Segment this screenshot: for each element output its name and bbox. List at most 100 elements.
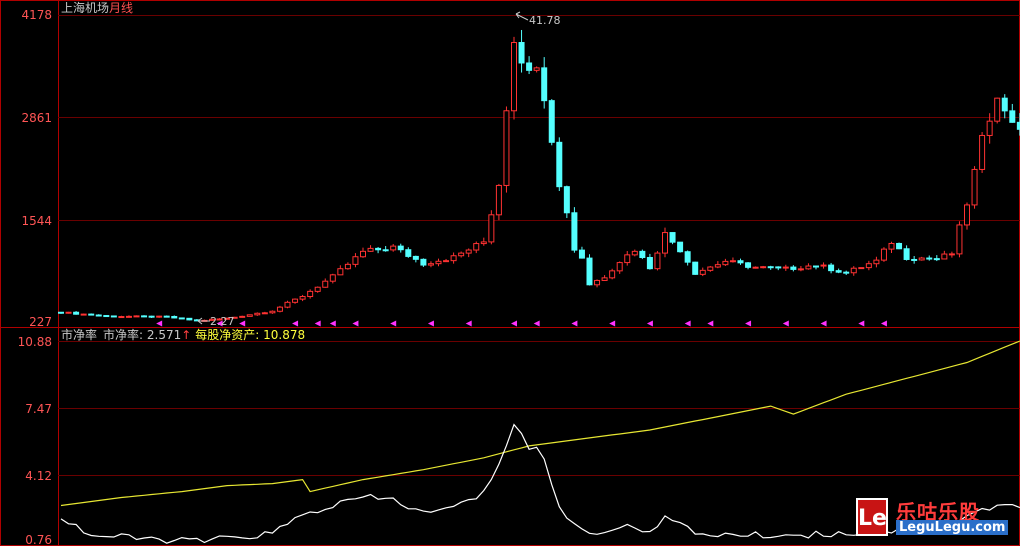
candle-body <box>548 100 555 143</box>
candle-body <box>427 263 434 266</box>
upper-y-tick: 1544 <box>21 214 52 228</box>
candle-body <box>903 248 910 260</box>
candle-body <box>284 301 291 308</box>
candle-body <box>246 314 253 317</box>
candle-body <box>488 214 495 243</box>
candle-body <box>707 266 714 271</box>
candle-body <box>254 312 261 316</box>
candle-body <box>337 268 344 276</box>
candle-body <box>397 245 404 251</box>
signal-markers <box>156 320 887 327</box>
candle-body <box>80 313 87 316</box>
candle-body <box>148 315 155 318</box>
candle-body <box>541 67 548 102</box>
candle-body <box>314 286 321 292</box>
candle-body <box>873 259 880 265</box>
candle-body <box>865 263 872 269</box>
chart-canvas: 4178 2861 1544 227 10.88 7.47 4.12 0.76 … <box>0 0 1020 546</box>
candle-body <box>843 271 850 274</box>
candle-body <box>95 314 102 317</box>
upper-title: 上海机场月线 <box>61 0 133 15</box>
candle-body <box>360 250 366 258</box>
candle-body <box>556 141 563 188</box>
candle-body <box>299 296 306 300</box>
candle-body <box>186 317 193 321</box>
candle-body <box>956 224 963 255</box>
candle-body <box>654 252 661 270</box>
watermark-logo: Le <box>856 498 888 536</box>
indicator-name: 市净率 <box>61 327 97 342</box>
bvps-legend: 每股净资产: 10.878 <box>195 327 305 342</box>
candle-body <box>760 266 767 269</box>
candle-body <box>616 262 623 272</box>
candle-body <box>850 267 857 274</box>
lower-y-tick: 7.47 <box>25 402 52 416</box>
candle-body <box>390 245 397 251</box>
candle-body <box>933 258 940 261</box>
candle-body <box>586 257 593 286</box>
candle-body <box>405 249 412 257</box>
candle-body <box>133 315 140 318</box>
signal-marker <box>609 320 616 327</box>
candle-body <box>141 315 148 318</box>
lower-title: 市净率 市净率: 2.571↑ 每股净资产: 10.878 <box>61 327 305 342</box>
candle-body <box>639 250 646 258</box>
candle-body <box>646 256 653 270</box>
candle-body <box>344 263 351 270</box>
candle-body <box>858 267 865 270</box>
candle-body <box>994 97 1001 122</box>
candle-body <box>171 315 178 319</box>
candle-body <box>125 315 132 318</box>
candle-body <box>699 269 706 275</box>
candle-body <box>163 315 170 318</box>
candle-body <box>918 257 925 261</box>
candle-body <box>835 270 842 273</box>
candle-body <box>292 298 299 303</box>
candle-body <box>820 264 827 267</box>
high-annotation: 41.78 <box>515 11 561 27</box>
candle-body <box>948 253 955 256</box>
signal-marker <box>745 320 752 327</box>
candle-body <box>73 311 80 315</box>
signal-marker <box>782 320 789 327</box>
candle-body <box>533 67 540 71</box>
candle-body <box>745 262 752 268</box>
candle-body <box>578 249 585 259</box>
low-label: 2.27 <box>210 315 235 328</box>
upper-y-ticks: 4178 2861 1544 227 <box>21 8 52 329</box>
lower-y-tick: 10.88 <box>18 335 52 349</box>
candlestick-series <box>58 29 1020 322</box>
lower-y-tick: 0.76 <box>25 533 52 546</box>
candle-body <box>480 241 487 245</box>
signal-marker <box>820 320 827 327</box>
candle-body <box>382 249 389 252</box>
candle-body <box>805 265 812 270</box>
candle-body <box>110 315 117 318</box>
candle-body <box>156 315 163 318</box>
candle-body <box>888 242 895 250</box>
candle-body <box>797 268 804 271</box>
lower-grid <box>58 341 1020 476</box>
candle-body <box>473 243 480 251</box>
candle-body <box>714 264 721 268</box>
candle-body <box>526 62 533 71</box>
candle-body <box>752 266 759 269</box>
signal-marker <box>465 320 472 327</box>
low-annotation: 2.27 <box>197 315 235 328</box>
signal-marker <box>292 320 299 327</box>
candle-body <box>1009 110 1016 123</box>
candle-body <box>896 242 903 250</box>
candle-body <box>511 42 517 112</box>
signal-marker <box>571 320 578 327</box>
signal-marker <box>707 320 714 327</box>
candle-body <box>261 312 268 315</box>
candle-body <box>911 258 918 261</box>
candle-body <box>662 232 668 254</box>
candle-body <box>669 232 676 243</box>
candle-body <box>767 266 774 269</box>
signal-marker <box>156 320 163 327</box>
pb-legend: 市净率: 2.571 <box>103 327 181 342</box>
candle-body <box>375 247 382 251</box>
candle-body <box>692 261 699 275</box>
signal-marker <box>880 320 887 327</box>
